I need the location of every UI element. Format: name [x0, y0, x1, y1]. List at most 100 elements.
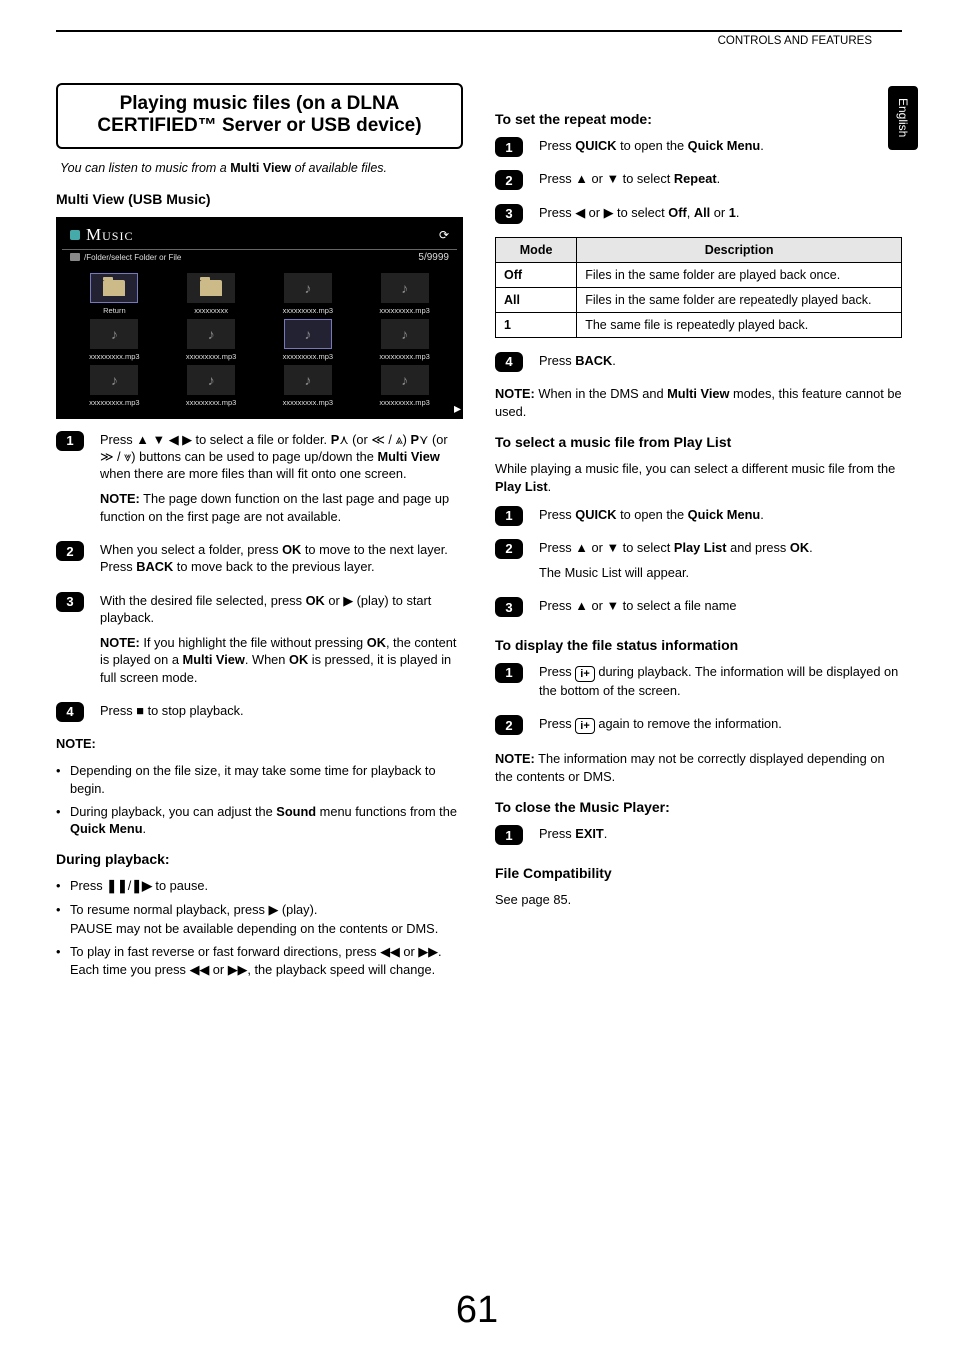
page-down-icon: ⋎ [419, 432, 428, 447]
list-item: Depending on the file size, it may take … [56, 762, 463, 797]
close-heading: To close the Music Player: [495, 799, 902, 815]
section-title: Playing music files (on a DLNA CERTIFIED… [72, 93, 447, 137]
repeat-step-4: 4 Press BACK. [495, 352, 902, 377]
status-step-2: 2 Press i+ again to remove the informati… [495, 715, 902, 742]
step-badge-2: 2 [495, 170, 523, 190]
up-icon: ▲ [575, 171, 588, 186]
status-heading: To display the file status information [495, 637, 902, 653]
ss-file-label: xxxxxxxxx.mp3 [89, 398, 139, 407]
page-up-icon: ⋏ [339, 432, 348, 447]
ss-file-label: xxxxxxxxx.mp3 [283, 398, 333, 407]
music-note-icon: ♪ [401, 326, 408, 342]
ss-breadcrumb: /Folder/select Folder or File [84, 253, 181, 262]
repeat-step-3: 3 Press ◀ or ▶ to select Off, All or 1. [495, 204, 902, 229]
info-button-icon: i+ [575, 666, 594, 682]
ss-count: 5/9999 [418, 252, 449, 263]
step-3: 3 With the desired file selected, press … [56, 592, 463, 694]
music-note-icon: ♪ [111, 372, 118, 388]
stop-icon: ■ [136, 703, 144, 718]
table-header-mode: Mode [496, 237, 577, 262]
step-badge-4: 4 [495, 352, 523, 372]
info-button-icon: i+ [575, 718, 594, 734]
music-note-icon: ♪ [401, 280, 408, 296]
step-2: 2 When you select a folder, press OK to … [56, 541, 463, 584]
compat-heading: File Compatibility [495, 865, 902, 881]
repeat-mode-table: Mode Description OffFiles in the same fo… [495, 237, 902, 338]
status-note: NOTE: The information may not be correct… [495, 750, 902, 785]
ss-folder-label: xxxxxxxxx [194, 306, 228, 315]
during-playback-heading: During playback: [56, 851, 463, 867]
pause-play-icon: ❚❚/❚▶ [106, 878, 152, 893]
ss-file-label: xxxxxxxxx.mp3 [186, 352, 236, 361]
next-page-arrow-icon: ▸ [454, 400, 461, 417]
ss-title: Music [70, 225, 133, 245]
step-1: 1 Press ▲ ▼ ◀ ▶ to select a file or fold… [56, 431, 463, 533]
during-list: Press ❚❚/❚▶ to pause. To resume normal p… [56, 877, 463, 977]
playlist-step-2: 2 Press ▲ or ▼ to select Play List and p… [495, 539, 902, 590]
playlist-step-3: 3 Press ▲ or ▼ to select a file name [495, 597, 902, 622]
step-badge-1: 1 [495, 506, 523, 526]
right-icon: ▶ [604, 205, 614, 220]
play-icon: ▶ [343, 593, 353, 608]
header-section-label: CONTROLS AND FEATURES [56, 35, 902, 47]
ss-file-label: xxxxxxxxx.mp3 [283, 306, 333, 315]
repeat-step-2: 2 Press ▲ or ▼ to select Repeat. [495, 170, 902, 195]
step-4: 4 Press ■ to stop playback. [56, 702, 463, 727]
ss-file-label: xxxxxxxxx.mp3 [283, 352, 333, 361]
page-down-alt-icons: ≫ / ⩔ [100, 449, 131, 464]
intro-text: You can listen to music from a Multi Vie… [56, 161, 463, 175]
left-icon: ◀ [575, 205, 585, 220]
ss-file-label: xxxxxxxxx.mp3 [379, 306, 429, 315]
table-row: 1The same file is repeatedly played back… [496, 312, 902, 337]
rewind-icon: ◀◀ [190, 962, 210, 977]
language-label: English [896, 98, 910, 137]
step-badge-3: 3 [495, 204, 523, 224]
music-disc-icon [70, 230, 80, 240]
step-badge-2: 2 [495, 715, 523, 735]
repeat-step-1: 1 Press QUICK to open the Quick Menu. [495, 137, 902, 162]
section-title-box: Playing music files (on a DLNA CERTIFIED… [56, 83, 463, 149]
table-header-desc: Description [577, 237, 902, 262]
compat-text: See page 85. [495, 891, 902, 909]
fast-forward-icon: ▶▶ [418, 944, 438, 959]
status-step-1: 1 Press i+ during playback. The informat… [495, 663, 902, 707]
page-up-alt-icons: ≪ / ⩓ [371, 432, 402, 447]
list-item: To resume normal playback, press ▶ (play… [56, 901, 463, 938]
down-icon: ▼ [606, 171, 619, 186]
music-note-icon: ♪ [304, 280, 311, 296]
step-badge-2: 2 [56, 541, 84, 561]
close-step-1: 1 Press EXIT. [495, 825, 902, 850]
playlist-heading: To select a music file from Play List [495, 434, 902, 450]
folder-thumb-icon [103, 280, 125, 296]
up-icon: ▲ [575, 540, 588, 555]
notes-list: Depending on the file size, it may take … [56, 762, 463, 837]
list-item: To play in fast reverse or fast forward … [56, 943, 463, 978]
music-note-icon: ♪ [208, 372, 215, 388]
multiview-heading: Multi View (USB Music) [56, 191, 463, 207]
step-badge-2: 2 [495, 539, 523, 559]
folder-icon [70, 253, 80, 261]
step-badge-1: 1 [495, 137, 523, 157]
playlist-step-1: 1 Press QUICK to open the Quick Menu. [495, 506, 902, 531]
music-note-icon: ♪ [401, 372, 408, 388]
fast-forward-icon: ▶▶ [228, 962, 248, 977]
step-badge-1: 1 [56, 431, 84, 451]
table-row: OffFiles in the same folder are played b… [496, 262, 902, 287]
ss-file-label: xxxxxxxxx.mp3 [186, 398, 236, 407]
note-heading: NOTE: [56, 736, 96, 751]
music-note-icon: ♪ [208, 326, 215, 342]
step-badge-3: 3 [56, 592, 84, 612]
down-icon: ▼ [606, 540, 619, 555]
ss-file-label: xxxxxxxxx.mp3 [89, 352, 139, 361]
play-icon: ▶ [268, 902, 278, 917]
list-item: Press ❚❚/❚▶ to pause. [56, 877, 463, 894]
ss-return-label: Return [103, 306, 126, 315]
list-item: During playback, you can adjust the Soun… [56, 803, 463, 838]
music-note-icon: ♪ [304, 326, 311, 342]
music-note-icon: ♪ [304, 372, 311, 388]
rewind-icon: ◀◀ [380, 944, 400, 959]
ss-file-label: xxxxxxxxx.mp3 [379, 398, 429, 407]
folder-thumb-icon [200, 280, 222, 296]
language-tab: English [888, 86, 918, 150]
page-number: 61 [456, 1289, 498, 1332]
